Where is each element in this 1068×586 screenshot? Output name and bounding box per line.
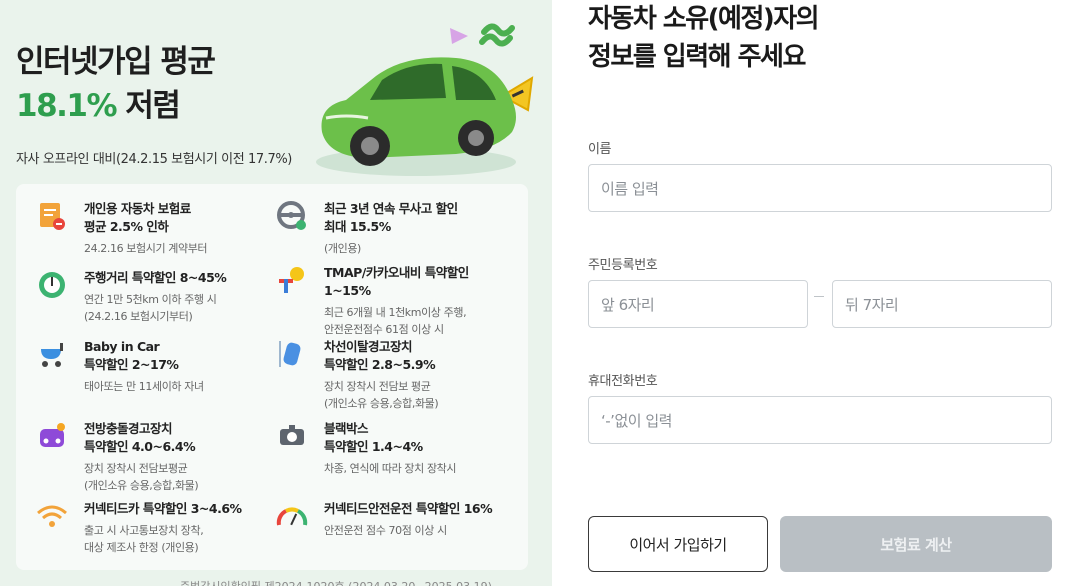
benefit-item: 블랙박스 특약할인 1.4~4% 차종, 연식에 따라 장치 장착시 — [276, 420, 519, 477]
compliance-footnote: 준법감시인확인필 제2024-1020호 (2024.03.20~2025.03… — [180, 578, 492, 586]
form-title-line2: 정보를 입력해 주세요 — [588, 42, 806, 72]
wifi-icon — [36, 500, 68, 532]
form-title: 자동차 소유(예정)자의 정보를 입력해 주세요 — [588, 0, 820, 76]
benefit-note: 장치 장착시 전담보평균 (개인소유 승용,승합,화물) — [84, 462, 199, 492]
rrn-front-placeholder: 앞 6자리 — [601, 295, 655, 314]
promo-headline: 인터넷가입 평균 18.1% 저렴 — [16, 40, 216, 128]
document-icon — [36, 200, 68, 232]
lane-warning-icon — [276, 338, 308, 370]
benefit-item: 커넥티드안전운전 특약할인 16% 안전운전 점수 70점 이상 시 — [276, 500, 519, 539]
steering-wheel-icon — [276, 200, 308, 232]
headline-suffix: 저렴 — [116, 88, 181, 124]
stroller-icon — [36, 338, 68, 370]
benefit-note: 태아또는 만 11세이하 자녀 — [84, 380, 204, 393]
rrn-label: 주민등록번호 — [588, 258, 658, 273]
headline-line2: 18.1% 저렴 — [16, 84, 214, 128]
name-input[interactable]: 이름 입력 — [588, 164, 1052, 212]
benefit-title: 커넥티드안전운전 특약할인 16% — [324, 501, 493, 516]
benefit-title: 최근 3년 연속 무사고 할인 최대 15.5% — [324, 201, 458, 234]
promo-subtext: 자사 오프라인 대비(24.2.15 보험시기 이전 17.7%) — [16, 152, 292, 167]
benefit-title: 전방충돌경고장치 특약할인 4.0~6.4% — [84, 421, 196, 454]
benefit-note: 안전운전 점수 70점 이상 시 — [324, 524, 447, 537]
benefit-note: 출고 시 사고통보장치 장착, 대상 제조사 한정 (개인용) — [84, 524, 204, 554]
benefit-item: 전방충돌경고장치 특약할인 4.0~6.4% 장치 장착시 전담보평균 (개인소유 … — [36, 420, 279, 494]
calculate-premium-button[interactable]: 보험료 계산 — [780, 516, 1052, 572]
benefit-card: 개인용 자동차 보험료 평균 2.5% 인하 24.2.16 보험시기 계약부터 … — [16, 184, 528, 570]
benefit-item: 커넥티드카 특약할인 3~4.6% 출고 시 사고통보장치 장착, 대상 제조사 … — [36, 500, 279, 556]
benefit-note: 24.2.16 보험시기 계약부터 — [84, 242, 208, 255]
tmap-icon — [276, 264, 308, 296]
dashcam-icon — [276, 420, 308, 452]
phone-label: 휴대전화번호 — [588, 374, 658, 389]
headline-rate: 18.1% — [16, 88, 118, 124]
name-label: 이름 — [588, 142, 612, 157]
rrn-separator — [814, 296, 824, 297]
form-title-line1: 자동차 소유(예정)자의 — [588, 4, 820, 34]
gauge-icon — [276, 500, 308, 532]
benefit-title: 차선이탈경고장치 특약할인 2.8~5.9% — [324, 339, 436, 372]
benefit-item: 주행거리 특약할인 8~45% 연간 1만 5천km 이하 주행 시 (24.2.… — [36, 269, 279, 325]
benefit-note: 차종, 연식에 따라 장치 장착시 — [324, 462, 457, 475]
promo-panel: 인터넷가입 평균 18.1% 저렴 자사 오프라인 대비(24.2.15 보험시… — [0, 0, 552, 586]
benefit-note: 장치 장착시 전담보 평균 (개인소유 승용,승합,화물) — [324, 380, 439, 410]
benefit-item: 최근 3년 연속 무사고 할인 최대 15.5% (개인용) — [276, 200, 519, 257]
speedometer-icon — [36, 269, 68, 301]
benefit-title: Baby in Car 특약할인 2~17% — [84, 339, 179, 372]
benefit-item: TMAP/카카오내비 특약할인 1~15% 최근 6개월 내 1천km이상 주행… — [276, 264, 519, 338]
rrn-back-input[interactable]: 뒤 7자리 — [832, 280, 1052, 328]
benefit-title: 주행거리 특약할인 8~45% — [84, 270, 227, 285]
benefit-item: Baby in Car 특약할인 2~17% 태아또는 만 11세이하 자녀 — [36, 338, 279, 395]
benefit-title: 개인용 자동차 보험료 평균 2.5% 인하 — [84, 201, 191, 234]
headline-line1: 인터넷가입 평균 — [16, 44, 216, 80]
collision-warning-icon — [36, 420, 68, 452]
benefit-item: 개인용 자동차 보험료 평균 2.5% 인하 24.2.16 보험시기 계약부터 — [36, 200, 279, 257]
rrn-back-placeholder: 뒤 7자리 — [845, 295, 899, 314]
benefit-item: 차선이탈경고장치 특약할인 2.8~5.9% 장치 장착시 전담보 평균 (개인소유… — [276, 338, 519, 412]
benefit-note: 연간 1만 5천km 이하 주행 시 (24.2.16 보험시기부터) — [84, 293, 217, 323]
benefit-note: (개인용) — [324, 242, 361, 255]
phone-input[interactable]: ‘-’없이 입력 — [588, 396, 1052, 444]
green-car-illustration — [316, 23, 534, 176]
rrn-front-input[interactable]: 앞 6자리 — [588, 280, 808, 328]
name-placeholder: 이름 입력 — [601, 179, 659, 198]
benefit-title: TMAP/카카오내비 특약할인 1~15% — [324, 265, 469, 298]
phone-placeholder: ‘-’없이 입력 — [601, 411, 672, 430]
benefit-title: 블랙박스 특약할인 1.4~4% — [324, 421, 423, 454]
benefit-note: 최근 6개월 내 1천km이상 주행, 안전운전점수 61점 이상 시 — [324, 306, 467, 336]
continue-signup-button[interactable]: 이어서 가입하기 — [588, 516, 768, 572]
benefit-title: 커넥티드카 특약할인 3~4.6% — [84, 501, 242, 516]
